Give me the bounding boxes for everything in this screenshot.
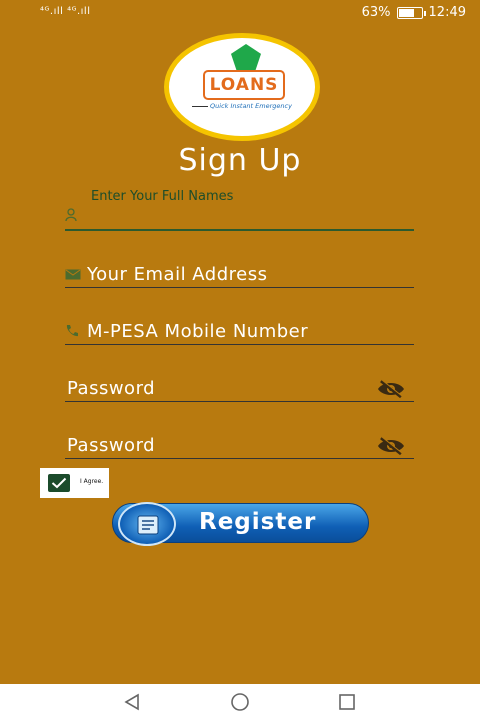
person-icon xyxy=(65,208,77,226)
eye-off-icon[interactable] xyxy=(376,436,406,456)
home-icon[interactable] xyxy=(229,692,251,716)
password-field[interactable]: Password xyxy=(65,376,414,402)
status-bar: ⁴ᴳ.ıll ⁴ᴳ.ıll 63% 12:49 xyxy=(0,0,480,28)
email-field[interactable]: Your Email Address xyxy=(65,262,414,288)
recents-icon[interactable] xyxy=(337,692,357,716)
eye-off-icon[interactable] xyxy=(376,379,406,399)
register-label: Register xyxy=(199,509,317,535)
email-icon xyxy=(65,268,81,284)
navigation-bar xyxy=(0,684,480,720)
confirm-password-placeholder: Password xyxy=(67,435,156,456)
clock: 12:49 xyxy=(428,5,466,20)
confirm-password-field[interactable]: Password xyxy=(65,433,414,459)
page-title: Sign Up xyxy=(178,143,302,178)
battery-percent: 63% xyxy=(361,5,391,20)
email-placeholder: Your Email Address xyxy=(87,264,268,285)
mobile-placeholder: M-PESA Mobile Number xyxy=(87,321,309,342)
mobile-field[interactable]: M-PESA Mobile Number xyxy=(65,319,414,345)
full-name-field[interactable] xyxy=(65,205,414,231)
full-name-hint: Enter Your Full Names xyxy=(91,189,234,204)
checkmark-icon xyxy=(48,474,70,492)
status-right: 63% 12:49 xyxy=(362,5,466,20)
logo-tagline: Quick Instant Emergency xyxy=(177,102,307,110)
signal-indicator: ⁴ᴳ.ıll ⁴ᴳ.ıll xyxy=(40,6,91,17)
agree-label: I Agree. xyxy=(80,478,104,485)
register-button[interactable]: Register xyxy=(112,502,369,546)
logo-pentagon-icon xyxy=(231,44,261,70)
battery-icon xyxy=(396,6,426,19)
agree-checkbox[interactable]: I Agree. xyxy=(40,468,109,498)
phone-icon xyxy=(65,324,79,342)
app-logo: LOANS Quick Instant Emergency xyxy=(164,33,320,141)
back-icon[interactable] xyxy=(122,692,142,716)
form-icon xyxy=(118,502,176,546)
logo-text: LOANS xyxy=(203,70,285,100)
password-placeholder: Password xyxy=(67,378,156,399)
